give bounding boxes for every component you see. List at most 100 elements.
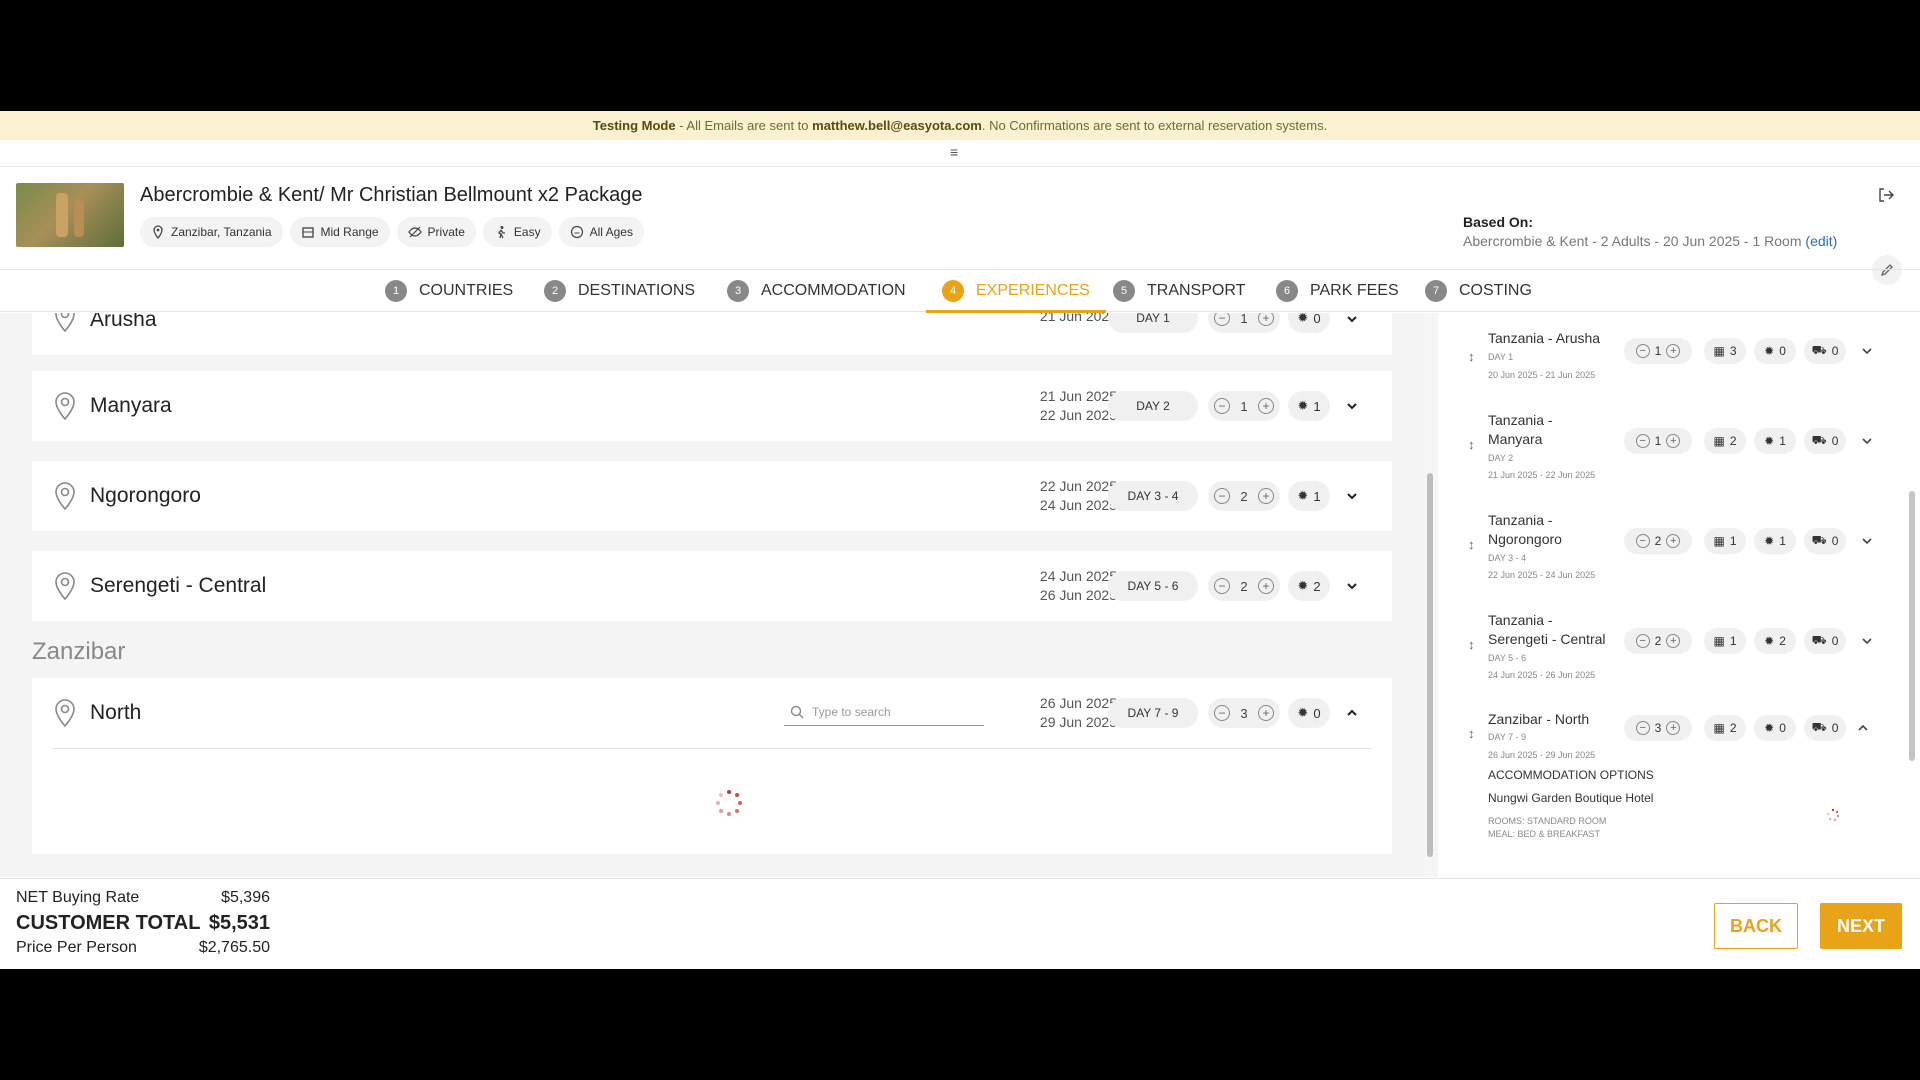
nights-stepper[interactable]: −1 + — [1624, 338, 1692, 364]
drag-handle-icon[interactable]: ↕ — [1468, 637, 1475, 652]
sidebar-item-arusha[interactable]: ↕ Tanzania - Arusha DAY 1 20 Jun 2025 - … — [1438, 329, 1898, 389]
chevron-down-icon[interactable] — [1860, 634, 1874, 648]
date-end: 29 Jun 2025 — [1039, 714, 1117, 730]
chevron-down-icon[interactable] — [1860, 344, 1874, 358]
drag-handle-icon[interactable]: ↕ — [1468, 726, 1475, 741]
chevron-up-icon[interactable] — [1856, 721, 1870, 735]
sidebar-scrollbar[interactable] — [1906, 313, 1920, 877]
date-start: 22 Jun 2025 — [1039, 478, 1117, 494]
nights-stepper[interactable]: −2 + — [1208, 571, 1280, 601]
hiker-icon: ✹ — [1297, 578, 1309, 593]
chevron-down-icon[interactable] — [1344, 578, 1360, 594]
destination-card[interactable]: Arusha 21 Jun 2025 DAY 1 −1 + ✹ 0 — [32, 313, 1392, 355]
tab-transport[interactable]: 5 TRANSPORT — [1113, 270, 1245, 312]
chip-label: Private — [427, 225, 465, 239]
destination-card[interactable]: Manyara 21 Jun 2025 22 Jun 2025 DAY 2 −1 +… — [32, 371, 1392, 441]
experiences-count: ✹ 1 — [1288, 481, 1330, 511]
minus-icon[interactable]: − — [1214, 488, 1230, 504]
sidebar-item-name: Tanzania - — [1488, 612, 1553, 628]
hiker-icon: ✹ — [1297, 488, 1309, 503]
location-pin-icon — [55, 699, 75, 728]
accommodation-options-label: ACCOMMODATION OPTIONS — [1488, 768, 1654, 782]
location-pin-icon — [55, 313, 75, 333]
chevron-down-icon[interactable] — [1344, 488, 1360, 504]
tab-park-fees[interactable]: 6 PARK FEES — [1276, 270, 1399, 312]
sidebar-item-manyara[interactable]: ↕ Tanzania - Manyara DAY 2 21 Jun 2025 -… — [1438, 411, 1898, 483]
destination-card[interactable]: Ngorongoro 22 Jun 2025 24 Jun 2025 DAY 3 … — [32, 461, 1392, 531]
budget-chip: Mid Range — [289, 217, 390, 247]
minus-icon[interactable]: − — [1214, 398, 1230, 414]
destination-card-expanded[interactable]: North Type to search 26 Jun 2025 29 Jun 2… — [32, 678, 1392, 854]
main-scrollbar[interactable] — [1424, 313, 1438, 877]
chevron-up-icon[interactable] — [1344, 705, 1360, 721]
destination-card[interactable]: Serengeti - Central 24 Jun 2025 26 Jun 20… — [32, 551, 1392, 621]
plus-icon[interactable]: + — [1666, 721, 1681, 735]
location-pin-icon — [55, 392, 75, 421]
location-chip: Zanzibar, Tanzania — [140, 217, 283, 247]
plus-icon[interactable]: + — [1666, 434, 1681, 448]
minus-icon[interactable]: − — [1214, 578, 1230, 594]
chevron-down-icon[interactable] — [1344, 313, 1360, 327]
hotel-icon — [301, 227, 314, 238]
nights-stepper[interactable]: −1 + — [1208, 391, 1280, 421]
search-input[interactable]: Type to search — [784, 698, 984, 726]
drag-handle-icon[interactable]: ↕ — [1468, 437, 1475, 452]
testing-mode-banner: Testing Mode - All Emails are sent to ma… — [0, 111, 1920, 140]
plus-icon[interactable]: + — [1666, 344, 1681, 358]
nights-stepper[interactable]: −2 + — [1624, 528, 1692, 554]
chevron-down-icon[interactable] — [1860, 434, 1874, 448]
sidebar-item-ngorongoro[interactable]: ↕ Tanzania - Ngorongoro DAY 3 - 4 22 Jun… — [1438, 511, 1898, 583]
sidebar-item-serengeti[interactable]: ↕ Tanzania - Serengeti - Central DAY 5 -… — [1438, 611, 1898, 683]
tab-label: ACCOMMODATION — [761, 282, 906, 299]
tab-experiences[interactable]: 4 EXPERIENCES — [926, 270, 1106, 313]
back-button[interactable]: BACK — [1714, 903, 1798, 949]
plus-icon[interactable]: + — [1666, 534, 1681, 548]
drag-handle-icon[interactable]: ↕ — [1468, 349, 1475, 364]
plus-icon[interactable]: + — [1257, 398, 1274, 414]
minus-icon[interactable]: − — [1635, 344, 1650, 358]
chip-label: Mid Range — [320, 225, 379, 239]
nights-stepper[interactable]: −3 + — [1624, 715, 1692, 741]
date-start: 24 Jun 2025 — [1039, 568, 1117, 584]
tab-destinations[interactable]: 2 DESTINATIONS — [544, 270, 695, 312]
minus-icon[interactable]: − — [1635, 721, 1650, 735]
minus-icon[interactable]: − — [1635, 434, 1650, 448]
car-icon: ⛟ — [1811, 720, 1827, 734]
minus-icon[interactable]: − — [1635, 534, 1650, 548]
exit-icon[interactable] — [1876, 185, 1896, 205]
sidebar-item-zanzibar-north[interactable]: ↕ Zanzibar - North DAY 7 - 9 26 Jun 2025… — [1438, 710, 1898, 770]
plus-icon[interactable]: + — [1257, 578, 1274, 594]
tab-countries[interactable]: 1 COUNTRIES — [385, 270, 513, 312]
tab-costing[interactable]: 7 COSTING — [1425, 270, 1532, 312]
hiker-icon: ✹ — [1764, 721, 1775, 735]
exp-value: 0 — [1779, 721, 1786, 735]
sidebar-item-name: Zanzibar - North — [1488, 711, 1590, 727]
tab-accommodation[interactable]: 3 ACCOMMODATION — [727, 270, 906, 312]
nights-stepper[interactable]: −3 + — [1208, 698, 1280, 728]
minus-icon[interactable]: − — [1214, 705, 1230, 721]
tab-number: 3 — [727, 280, 749, 302]
minus-icon[interactable]: − — [1214, 313, 1230, 326]
menu-toggle-icon[interactable]: ≡ — [950, 144, 958, 160]
transport-value: 0 — [1831, 721, 1839, 735]
next-button[interactable]: NEXT — [1820, 903, 1902, 949]
transport-count: ⛟ 0 — [1804, 715, 1846, 741]
nights-stepper[interactable]: −1 + — [1624, 428, 1692, 454]
tab-number: 7 — [1425, 280, 1447, 302]
nights-stepper[interactable]: −2 + — [1208, 481, 1280, 511]
sidebar-item-name: Tanzania - — [1488, 512, 1553, 528]
scrollbar-thumb[interactable] — [1909, 491, 1915, 761]
plus-icon[interactable]: + — [1257, 313, 1274, 326]
nights-stepper[interactable]: −2 + — [1624, 628, 1692, 654]
plus-icon[interactable]: + — [1666, 634, 1681, 648]
smiley-icon — [570, 225, 583, 239]
drag-handle-icon[interactable]: ↕ — [1468, 537, 1475, 552]
chevron-down-icon[interactable] — [1860, 534, 1874, 548]
minus-icon[interactable]: − — [1635, 634, 1650, 648]
plus-icon[interactable]: + — [1257, 488, 1274, 504]
nights-stepper[interactable]: −1 + — [1208, 313, 1280, 333]
scrollbar-thumb[interactable] — [1427, 473, 1433, 857]
chevron-down-icon[interactable] — [1344, 398, 1360, 414]
plus-icon[interactable]: + — [1257, 705, 1274, 721]
edit-link[interactable]: (edit) — [1805, 233, 1837, 249]
